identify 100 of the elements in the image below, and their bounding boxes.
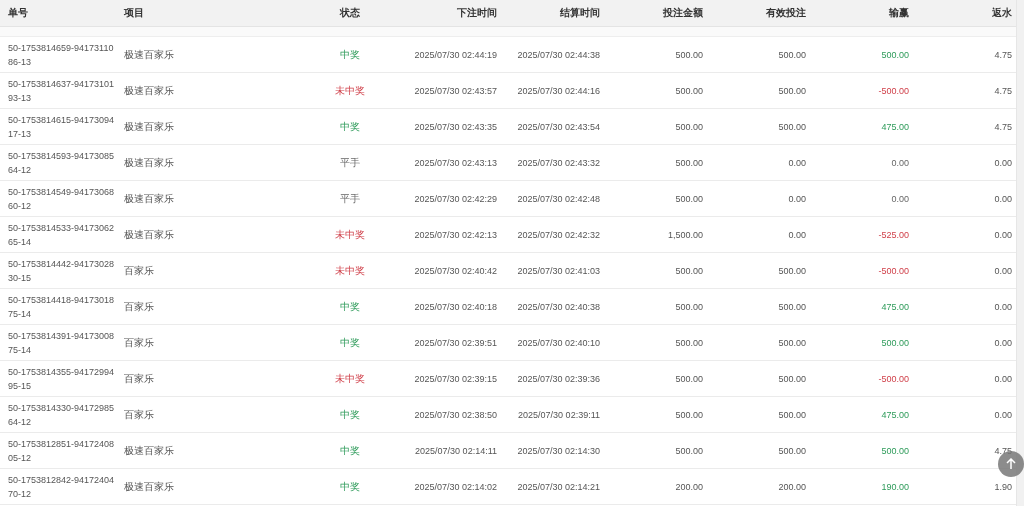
column-header: 下注时间 [456,6,498,20]
table-cell: 2025/07/30 02:39:36 [517,373,600,384]
profit-amount: 500.00 [881,49,909,60]
status-label: 中奖 [340,300,360,312]
table-cell: 4.75 [994,121,1012,132]
order-id: 50-1753814330-9417298564-12 [8,402,115,427]
game-name: 极速百家乐 [124,228,174,240]
table-cell: 2025/07/30 02:14:30 [517,445,600,456]
table-cell: 500.00 [778,301,806,312]
table-cell: 500.00 [778,337,806,348]
status-label: 中奖 [340,48,360,60]
game-name: 极速百家乐 [124,120,174,132]
column-header: 投注金额 [662,6,704,20]
game-name: 极速百家乐 [124,84,174,96]
order-id: 50-1753814533-9417306265-14 [8,222,115,247]
profit-amount: -500.00 [878,85,909,96]
game-name: 百家乐 [124,408,154,420]
table-cell: 2025/07/30 02:42:32 [517,229,600,240]
table-cell: 4.75 [994,85,1012,96]
table-cell: 0.00 [994,265,1012,276]
game-name: 百家乐 [124,372,154,384]
table-cell: 500.00 [778,85,806,96]
table-cell: 500.00 [675,445,703,456]
column-header: 状态 [338,6,361,20]
game-name: 极速百家乐 [124,48,174,60]
game-name: 百家乐 [124,300,154,312]
column-header: 返水 [991,6,1013,20]
game-name: 百家乐 [124,336,154,348]
profit-amount: -525.00 [878,229,909,240]
table-cell: 500.00 [675,301,703,312]
table-cell: 500.00 [778,49,806,60]
status-label: 未中奖 [335,264,365,276]
order-id: 50-1753812851-9417240805-12 [8,438,115,463]
table-cell: 500.00 [778,445,806,456]
status-label: 未中奖 [335,84,365,96]
table-cell: 0.00 [994,337,1012,348]
table-cell: 500.00 [675,121,703,132]
table-cell: 2025/07/30 02:40:10 [517,337,600,348]
table-cell: 1.90 [994,481,1012,492]
table-cell: 2025/07/30 02:40:38 [517,301,600,312]
game-name: 百家乐 [124,264,154,276]
table-cell: 1,500.00 [667,229,703,240]
order-id: 50-1753814418-9417301875-14 [8,294,115,319]
table-cell: 2025/07/30 02:44:16 [517,85,600,96]
column-header: 单号 [7,6,29,20]
order-id: 50-1753814637-9417310193-13 [8,78,115,103]
order-id: 50-1753814391-9417300875-14 [8,330,115,355]
table-cell: 2025/07/30 02:39:11 [518,409,600,420]
status-label: 未中奖 [335,228,365,240]
arrow-up-icon [1006,458,1016,470]
table-cell: 0.00 [994,301,1012,312]
column-header: 项目 [123,6,145,20]
order-id: 50-1753814593-9417308564-12 [8,150,115,175]
table-cell: 4.75 [994,49,1012,60]
profit-amount: 500.00 [881,337,909,348]
profit-amount: -500.00 [878,265,909,276]
profit-amount: 500.00 [881,445,909,456]
table-cell: 500.00 [675,157,703,168]
table-cell: 2025/07/30 02:41:03 [517,265,600,276]
table-cell: 2025/07/30 02:44:19 [414,49,497,60]
order-id: 50-1753814659-9417311086-13 [8,42,114,67]
status-label: 未中奖 [335,372,365,384]
table-cell: 2025/07/30 02:38:50 [414,409,497,420]
table-cell: 0.00 [994,193,1012,204]
table-cell: 0.00 [994,409,1012,420]
order-id: 50-1753812842-9417240470-12 [8,474,115,499]
table-cell: 0.00 [994,229,1012,240]
table-cell: 2025/07/30 02:43:54 [517,121,600,132]
profit-amount: 0.00 [891,193,909,204]
status-label: 平手 [340,192,360,204]
profit-amount: 475.00 [881,301,909,312]
table-cell: 500.00 [778,409,806,420]
table-cell: 500.00 [778,265,806,276]
table-cell: 500.00 [675,373,703,384]
profit-amount: 0.00 [891,157,909,168]
status-label: 中奖 [340,336,360,348]
table-cell: 2025/07/30 02:14:11 [415,445,497,456]
table-cell: 200.00 [778,481,806,492]
table-cell: 0.00 [994,157,1012,168]
profit-amount: -500.00 [878,373,909,384]
game-name: 极速百家乐 [124,444,174,456]
column-header: 有效投注 [765,6,807,20]
table-cell: 2025/07/30 02:39:15 [414,373,497,384]
profit-amount: 190.00 [881,481,909,492]
table-cell: 500.00 [675,409,703,420]
order-id: 50-1753814442-9417302830-15 [8,258,115,283]
table-cell: 2025/07/30 02:43:32 [517,157,600,168]
table-cell: 2025/07/30 02:42:48 [517,193,600,204]
status-label: 中奖 [340,408,360,420]
table-cell: 500.00 [675,85,703,96]
status-label: 中奖 [340,120,360,132]
order-id: 50-1753814549-9417306860-12 [8,186,115,211]
column-header: 结算时间 [559,6,601,20]
table-cell: 500.00 [675,193,703,204]
table-cell: 2025/07/30 02:43:35 [414,121,497,132]
scrollbar[interactable] [1016,0,1024,506]
table-cell: 2025/07/30 02:14:02 [414,481,497,492]
table-cell: 500.00 [675,337,703,348]
table-cell: 2025/07/30 02:42:29 [414,193,497,204]
table-cell: 0.00 [788,193,806,204]
